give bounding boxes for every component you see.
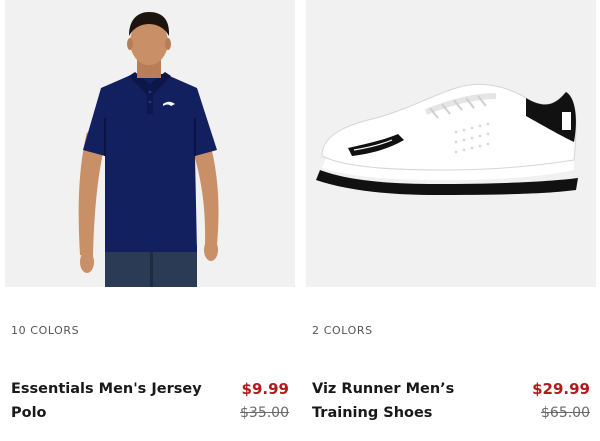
product-image-polo[interactable] [5,0,295,287]
product-card-essentials-polo[interactable]: 10 COLORS Essentials Men's Jersey Polo $… [5,0,295,441]
sale-price: $9.99 [241,380,289,398]
product-image-shoe[interactable] [306,0,596,287]
product-card-viz-runner[interactable]: 2 COLORS Viz Runner Men’s Training Shoes… [306,0,596,441]
original-price: $65.00 [541,405,590,421]
original-price: $35.00 [240,405,289,421]
product-colors-count: 2 COLORS [312,324,373,337]
product-title[interactable]: Essentials Men's Jersey Polo [11,377,216,425]
product-title[interactable]: Viz Runner Men’s Training Shoes [312,377,517,425]
sale-price: $29.99 [532,380,590,398]
polo-model-image [5,0,295,287]
product-grid: 10 COLORS Essentials Men's Jersey Polo $… [0,0,600,441]
product-colors-count: 10 COLORS [11,324,80,337]
shoe-image [306,0,596,287]
